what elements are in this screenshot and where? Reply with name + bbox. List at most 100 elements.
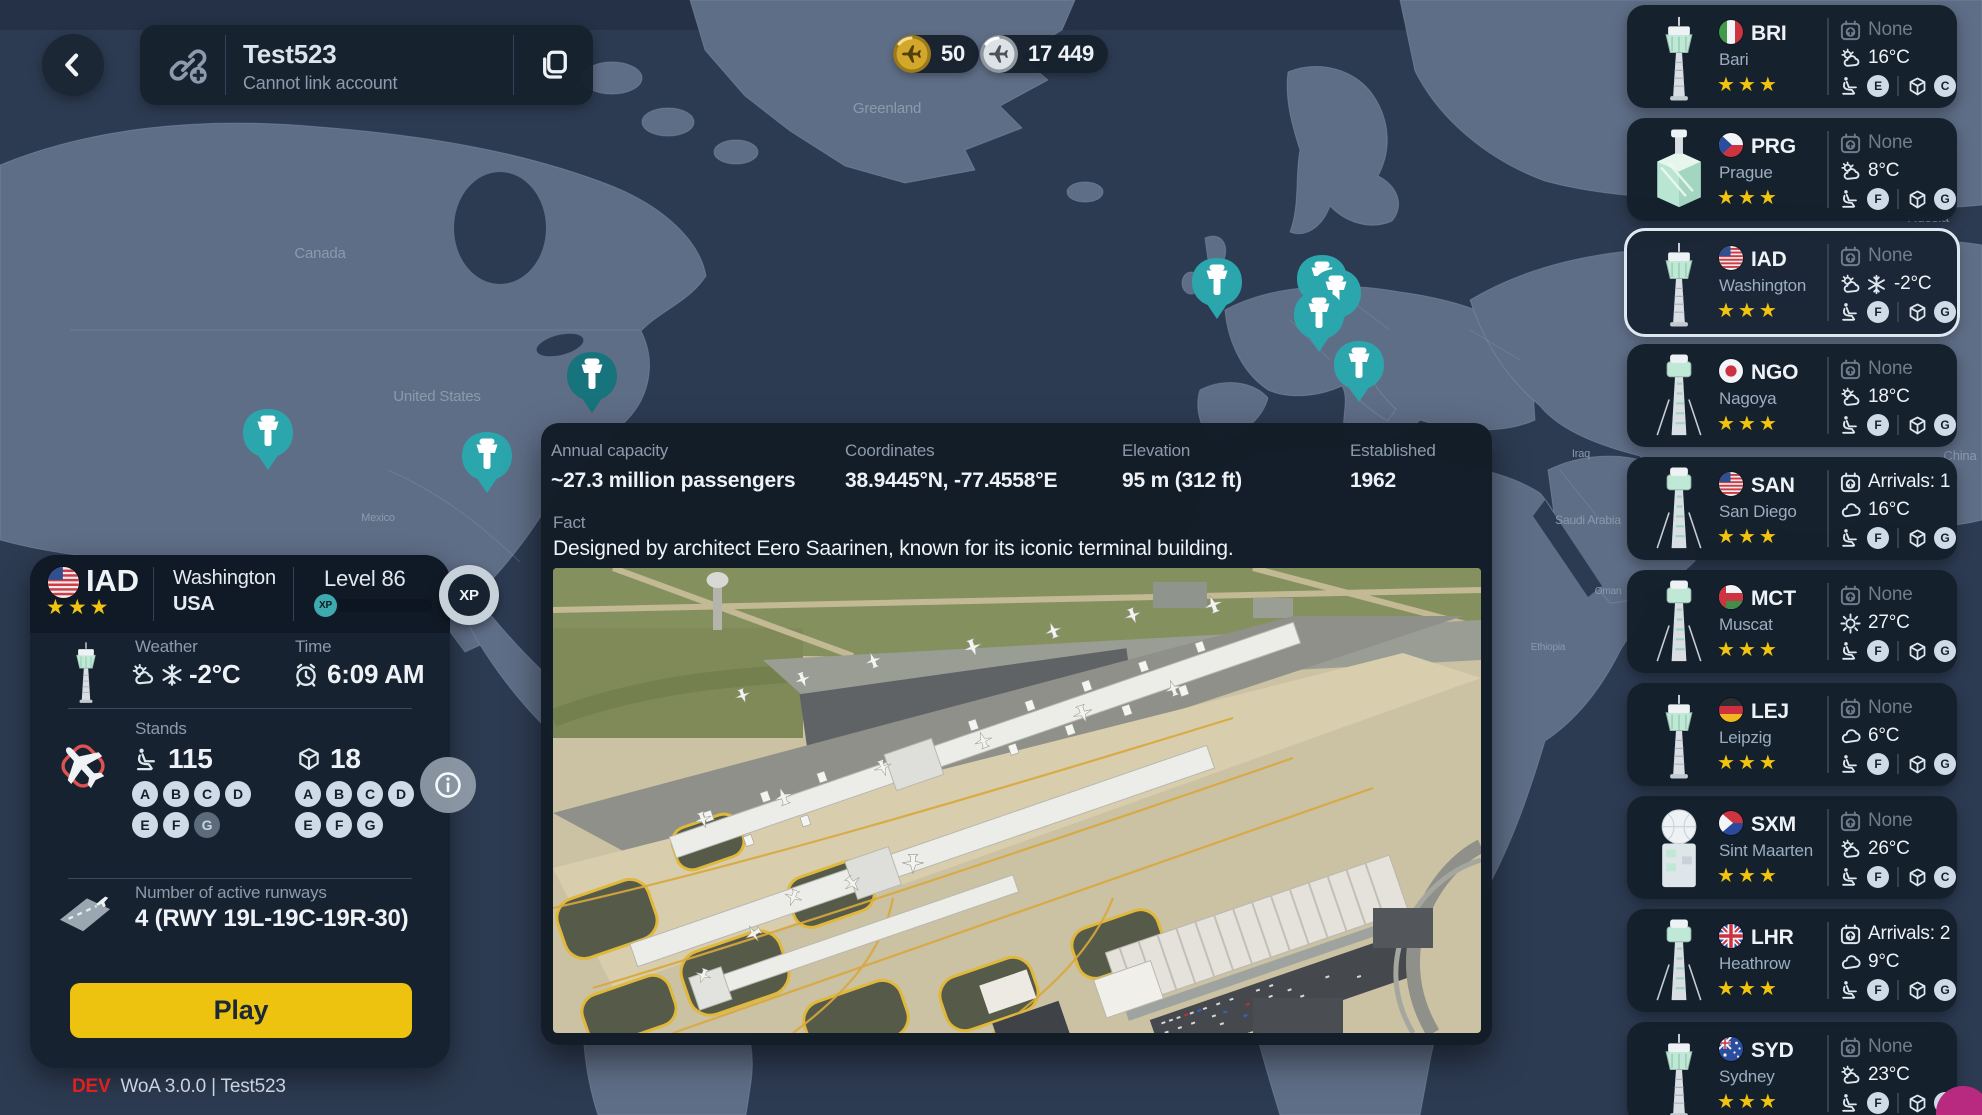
version-text: WoA 3.0.0 | Test523 xyxy=(120,1076,285,1097)
runways-label: Number of active runways xyxy=(135,883,327,903)
weather-partly-icon xyxy=(1839,838,1862,861)
gold-currency-pill[interactable]: 50 xyxy=(893,35,979,73)
weather-row: 27°C xyxy=(1839,611,1910,635)
weather-row: 6°C xyxy=(1839,724,1899,748)
airport-card-san[interactable]: SAN San Diego ★★★ Arrivals: 1 16°C F G xyxy=(1627,457,1957,560)
arrivals-status: None xyxy=(1868,584,1913,606)
airport-card-ngo[interactable]: NGO Nagoya ★★★ None 18°C F G xyxy=(1627,344,1957,447)
stand-category-badge: D xyxy=(225,781,251,807)
divider xyxy=(1897,189,1899,209)
arrivals-status: Arrivals: 1 xyxy=(1868,471,1950,493)
arrivals-status: Arrivals: 2 xyxy=(1868,923,1950,945)
airport-panel-header: IAD ★★★ Washington USA Level 86 XP xyxy=(30,555,450,633)
airport-city: Muscat xyxy=(1719,615,1773,635)
arrivals-calendar-icon xyxy=(1839,810,1862,833)
arrivals-calendar-icon xyxy=(1839,132,1862,155)
silver-currency-pill[interactable]: 17 449 xyxy=(980,35,1108,73)
cargo-box-icon xyxy=(1907,415,1928,436)
passenger-seat-icon xyxy=(1839,414,1861,436)
control-tower-illustration xyxy=(1643,802,1715,893)
divider xyxy=(1827,922,1829,999)
country-flag-icon xyxy=(1719,1037,1743,1061)
stat-label: Coordinates xyxy=(845,441,1057,461)
runways-value: 4 (RWY 19L-19C-19R-30) xyxy=(135,905,408,933)
weather-icons xyxy=(1839,725,1862,748)
control-tower-illustration xyxy=(1643,11,1715,102)
divider xyxy=(153,567,154,621)
star-rating: ★★★ xyxy=(1717,185,1780,210)
airport-city: Prague xyxy=(1719,163,1773,183)
weather-partly-icon xyxy=(1839,386,1862,409)
copy-icon[interactable] xyxy=(536,47,572,83)
divider xyxy=(1827,18,1829,95)
cargo-stand-category-badge: G xyxy=(1934,188,1956,210)
weather-row: 26°C xyxy=(1839,837,1910,861)
arrivals-calendar-icon xyxy=(1839,471,1862,494)
xp-button[interactable]: XP xyxy=(439,565,499,625)
divider xyxy=(1827,583,1829,660)
passenger-seat-icon xyxy=(1839,527,1861,549)
weather-icons xyxy=(1839,386,1862,409)
weather-icons xyxy=(1839,160,1862,183)
arrivals-row: Arrivals: 1 xyxy=(1839,470,1950,494)
weather-partly-icon xyxy=(1839,47,1862,70)
arrivals-calendar-icon xyxy=(1839,1036,1862,1059)
arrivals-status: None xyxy=(1868,132,1913,154)
stat-label: Annual capacity xyxy=(551,441,795,461)
weather-icons xyxy=(1839,47,1862,70)
stat-value: ~27.3 million passengers xyxy=(551,469,795,493)
divider xyxy=(1827,1035,1829,1112)
runway-icon xyxy=(56,887,114,935)
divider xyxy=(225,35,226,95)
airport-city: Washington xyxy=(1719,276,1806,296)
weather-cloud-icon xyxy=(1839,951,1862,974)
back-button[interactable] xyxy=(42,34,104,96)
xp-progress-bar xyxy=(326,599,432,612)
weather-icons xyxy=(130,662,185,688)
stand-categories-row: F G xyxy=(1839,752,1956,776)
airport-card-sxm[interactable]: SXM Sint Maarten ★★★ None 26°C F C xyxy=(1627,796,1957,899)
passenger-stand-categories: ABCDEFG xyxy=(132,781,262,838)
time-label: Time xyxy=(295,637,331,657)
alarm-clock-icon xyxy=(292,661,320,689)
airport-card-prg[interactable]: PRG Prague ★★★ None 8°C F G xyxy=(1627,118,1957,221)
stand-categories-row: F G xyxy=(1839,187,1956,211)
stat-label: Established xyxy=(1350,441,1436,461)
arrivals-status: None xyxy=(1868,245,1913,267)
airport-card-lej[interactable]: LEJ Leipzig ★★★ None 6°C F G xyxy=(1627,683,1957,786)
airport-stat: Coordinates 38.9445°N, -77.4558°E xyxy=(845,441,1057,493)
airport-code: NGO xyxy=(1751,361,1798,385)
stand-category-badge: F xyxy=(326,812,352,838)
stand-category-badge: A xyxy=(295,781,321,807)
airport-code: BRI xyxy=(1751,22,1787,46)
control-tower-illustration xyxy=(1643,576,1715,667)
info-button[interactable] xyxy=(420,757,476,813)
country-flag-icon xyxy=(1719,246,1743,270)
cargo-box-icon xyxy=(1907,528,1928,549)
airport-city: Nagoya xyxy=(1719,389,1776,409)
play-button[interactable]: Play xyxy=(70,983,412,1038)
control-tower-illustration xyxy=(1643,1028,1715,1115)
gold-amount: 50 xyxy=(941,41,965,67)
airport-card-lhr[interactable]: LHR Heathrow ★★★ Arrivals: 2 9°C F G xyxy=(1627,909,1957,1012)
airport-code: MCT xyxy=(1751,587,1796,611)
star-rating: ★★★ xyxy=(1717,72,1780,97)
stand-category-badge: B xyxy=(163,781,189,807)
star-rating: ★★★ xyxy=(1717,298,1780,323)
stand-category-badge: A xyxy=(132,781,158,807)
airport-card-syd[interactable]: SYD Sydney ★★★ None 23°C F G xyxy=(1627,1022,1957,1115)
star-rating: ★★★ xyxy=(1717,1089,1780,1114)
stat-label: Elevation xyxy=(1122,441,1242,461)
account-card[interactable]: Test523 Cannot link account xyxy=(140,25,593,105)
weather-icons xyxy=(1839,612,1862,635)
airport-card-iad[interactable]: IAD Washington ★★★ None -2°C F G xyxy=(1627,231,1957,334)
stat-value: 95 m (312 ft) xyxy=(1122,469,1242,493)
passenger-seat-icon xyxy=(1839,1092,1861,1114)
xp-button-label: XP xyxy=(448,574,490,616)
airport-card-mct[interactable]: MCT Muscat ★★★ None 27°C F G xyxy=(1627,570,1957,673)
airport-card-bri[interactable]: BRI Bari ★★★ None 16°C E C xyxy=(1627,5,1957,108)
account-name: Test523 xyxy=(243,39,337,70)
passenger-stand-category-badge: E xyxy=(1867,75,1889,97)
map-label: United States xyxy=(393,388,480,405)
arrivals-calendar-icon xyxy=(1839,584,1862,607)
